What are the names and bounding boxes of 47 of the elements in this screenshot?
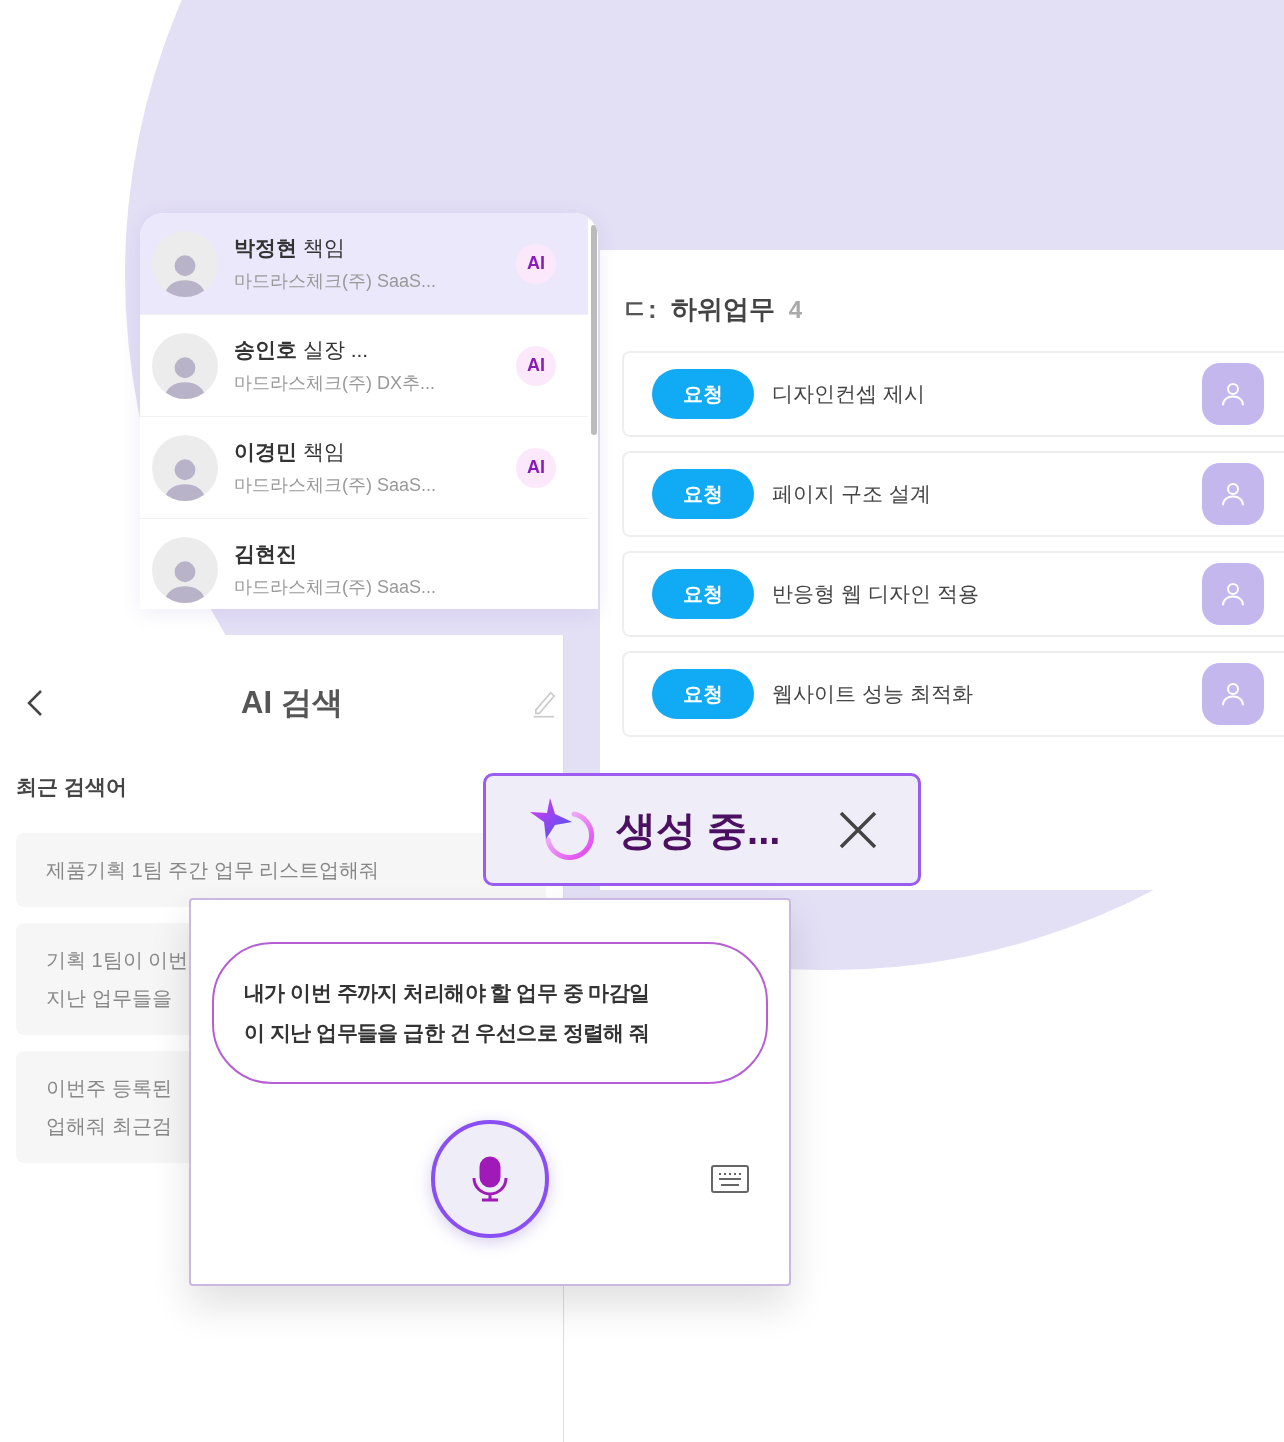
subtask-row[interactable]: 요청 페이지 구조 설계 [622, 451, 1284, 537]
ai-badge: AI [516, 447, 556, 488]
subtask-title: 디자인컨셉 제시 [772, 381, 926, 408]
assignee-button[interactable] [1202, 463, 1264, 525]
section-title: 하위업무 [670, 293, 775, 326]
subtask-count: 4 [788, 294, 803, 325]
contact-name: 박정현 책임 [234, 235, 346, 262]
recent-search-text: 업해줘 최근검 [46, 1113, 172, 1139]
recent-search-label: 최근 검색어 [16, 774, 128, 800]
contact-name: 김현진 [234, 541, 298, 568]
status-badge: 요청 [652, 369, 754, 419]
contact-company: 마드라스체크(주) SaaS... [234, 269, 438, 293]
recent-search-text: 이번주 등록된 [46, 1075, 172, 1101]
subtask-title: 웹사이트 성능 최적화 [772, 681, 974, 708]
microphone-button[interactable] [431, 1120, 549, 1238]
recent-search-text: 제품기획 1팀 주간 업무 리스트업해줘 [46, 857, 380, 883]
contact-item[interactable]: 김현진 마드라스체크(주) SaaS... [140, 519, 588, 609]
status-badge: 요청 [652, 569, 754, 619]
assignee-button[interactable] [1202, 663, 1264, 725]
keyboard-icon[interactable] [711, 1165, 749, 1193]
recent-search-text: 기획 1팀이 이번 [46, 947, 189, 973]
assignee-button[interactable] [1202, 563, 1264, 625]
status-badge: 요청 [652, 669, 754, 719]
contact-name: 송인호 실장 ... [234, 337, 370, 364]
recent-search-text: 지난 업무들을 [46, 985, 172, 1011]
page-title: AI 검색 [241, 683, 343, 722]
status-badge: 요청 [652, 469, 754, 519]
subtask-title: 페이지 구조 설계 [772, 481, 932, 508]
ai-badge: AI [516, 243, 556, 284]
contact-name: 이경민 책임 [234, 439, 346, 466]
contact-company: 마드라스체크(주) SaaS... [234, 575, 438, 599]
subtask-title: 반응형 웹 디자인 적용 [772, 581, 980, 608]
assignee-button[interactable] [1202, 363, 1264, 425]
contact-company: 마드라스체크(주) DX추... [234, 371, 436, 395]
contact-item[interactable]: 이경민 책임 마드라스체크(주) SaaS... AI [140, 417, 588, 519]
contact-company: 마드라스체크(주) SaaS... [234, 473, 438, 497]
ai-badge: AI [516, 345, 556, 386]
section-prefix: ㄷ: [622, 293, 657, 326]
generating-text: 생성 중... [616, 806, 781, 854]
subtask-row[interactable]: 요청 디자인컨셉 제시 [622, 351, 1284, 437]
contact-item[interactable]: 송인호 실장 ... 마드라스체크(주) DX추... AI [140, 315, 588, 417]
contact-item[interactable]: 박정현 책임 마드라스체크(주) SaaS... AI [140, 213, 588, 315]
prompt-bubble: 내가 이번 주까지 처리해야 할 업무 중 마감일 이 지난 업무들을 급한 건 우선으로 정렬해 줘 [212, 942, 768, 1084]
subtask-row[interactable]: 요청 반응형 웹 디자인 적용 [622, 551, 1284, 637]
close-icon[interactable] [838, 809, 878, 850]
microphone-icon [470, 1156, 510, 1202]
subtask-row[interactable]: 요청 웹사이트 성능 최적화 [622, 651, 1284, 737]
